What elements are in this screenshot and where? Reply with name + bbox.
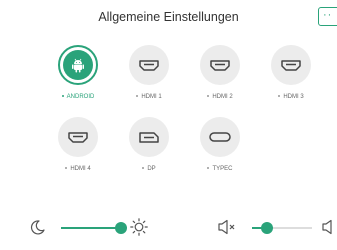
moon-icon	[30, 220, 45, 235]
hdmi-port-icon	[139, 59, 159, 71]
hdmi-port-icon	[210, 59, 230, 71]
brightness-slider-fill	[61, 227, 121, 229]
hdmi-port-icon	[281, 59, 301, 71]
volume-slider[interactable]	[252, 222, 312, 234]
source-hdmi-1[interactable]: HDMI 1	[119, 45, 179, 100]
source-label: HDMI 2	[212, 94, 233, 100]
android-icon	[72, 58, 84, 72]
source-label: TYPEC	[212, 166, 233, 172]
source-label: HDMI 3	[283, 94, 304, 100]
source-label: ANDROID	[66, 94, 95, 100]
source-circle	[58, 45, 98, 85]
source-label: HDMI 4	[70, 166, 91, 172]
source-dp[interactable]: DP	[119, 117, 179, 172]
hdmi-port-icon	[68, 131, 88, 143]
usb-c-icon	[209, 132, 231, 142]
source-circle	[200, 117, 240, 157]
source-circle	[200, 45, 240, 85]
source-circle	[58, 117, 98, 157]
source-typec[interactable]: TYPEC	[190, 117, 250, 172]
source-label: DP	[147, 166, 156, 172]
source-hdmi-3[interactable]: HDMI 3	[261, 45, 321, 100]
speaker-icon	[322, 219, 332, 235]
source-circle	[271, 45, 311, 85]
more-options-button[interactable]: ··	[318, 7, 337, 26]
source-label: HDMI 1	[141, 94, 162, 100]
source-hdmi-4[interactable]: HDMI 4	[48, 117, 108, 172]
displayport-icon	[139, 131, 159, 143]
page-title: Allgemeine Einstellungen	[98, 10, 239, 24]
volume-slider-knob[interactable]	[261, 222, 273, 234]
brightness-slider-knob[interactable]	[115, 222, 127, 234]
source-circle	[129, 45, 169, 85]
speaker-muted-icon	[218, 219, 235, 235]
source-hdmi-2[interactable]: HDMI 2	[190, 45, 250, 100]
source-circle	[129, 117, 169, 157]
sun-icon	[130, 218, 148, 236]
source-android[interactable]: ANDROID	[48, 45, 108, 100]
brightness-slider[interactable]	[61, 222, 127, 234]
